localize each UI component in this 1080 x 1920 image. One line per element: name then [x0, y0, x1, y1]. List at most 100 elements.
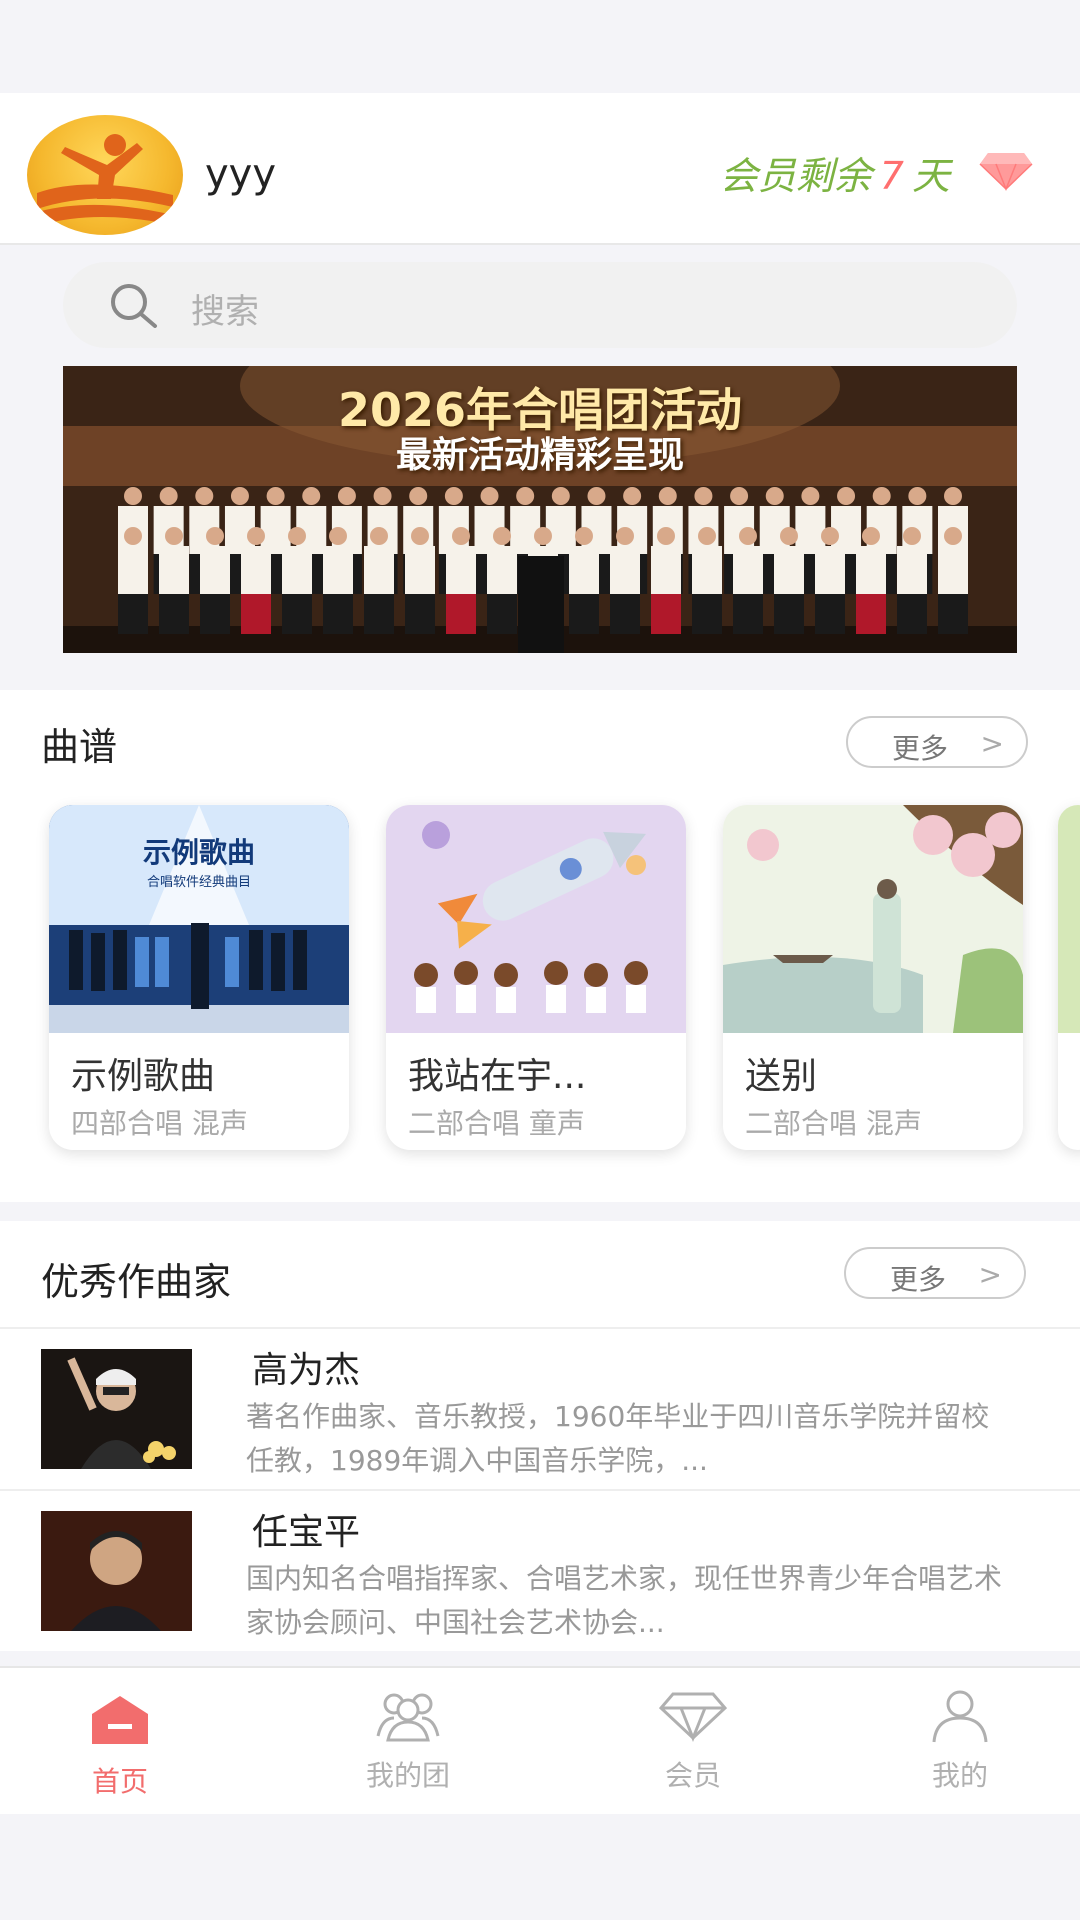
composer-photo [41, 1511, 192, 1631]
score-card[interactable]: 送别 二部合唱 混声 [723, 805, 1023, 1150]
singer-body [446, 546, 476, 594]
singer-head [288, 527, 306, 545]
score-card-partial[interactable] [1058, 805, 1080, 1150]
composers-section: 优秀作曲家 更多 > [0, 1221, 1080, 1331]
singer-skirt [651, 594, 681, 634]
app-logo[interactable] [27, 115, 183, 235]
singer-head [159, 487, 178, 505]
username: yyy [205, 151, 277, 197]
singer-head [694, 487, 713, 505]
singer-skirt [938, 594, 968, 634]
singer-head [765, 487, 784, 505]
singer-skirt [774, 594, 804, 634]
diamond-icon[interactable] [978, 151, 1034, 191]
singer-body [241, 546, 271, 594]
singer-head [206, 527, 224, 545]
tab-mine[interactable]: 我的 [860, 1668, 1060, 1816]
singer-head [657, 527, 675, 545]
composer-name: 高为杰 [252, 1350, 361, 1391]
tab-label: 会员 [664, 1759, 721, 1792]
membership-days-count: 7 [879, 154, 904, 198]
score-card[interactable]: 我站在宇... 二部合唱 童声 [386, 805, 686, 1150]
tab-my-group[interactable]: 我的团 [308, 1668, 508, 1816]
singer-body [856, 546, 886, 594]
singer-head [493, 527, 511, 545]
search-input[interactable]: 搜索 [63, 262, 1017, 348]
score-title: 送别 [745, 1056, 818, 1097]
more-label: 更多 [892, 732, 949, 765]
singer-head [739, 527, 757, 545]
singer-head [903, 527, 921, 545]
score-cover-subtitle: 合唱软件经典曲目 [146, 875, 251, 890]
singer-body [405, 546, 435, 594]
singer-head [165, 527, 183, 545]
composer-list-item[interactable]: 高为杰 著名作曲家、音乐教授，1960年毕业于四川音乐学院并留校任教，1989年… [0, 1327, 1080, 1489]
singer-head [862, 527, 880, 545]
singer-head [337, 487, 356, 505]
singer-head [302, 487, 321, 505]
singer-body [897, 546, 927, 594]
chevron-right-icon: > [980, 727, 1004, 760]
singer-skirt [856, 594, 886, 634]
singer-head [944, 527, 962, 545]
singer-skirt [241, 594, 271, 634]
singer-skirt [487, 594, 517, 634]
singer-head [452, 527, 470, 545]
singer-skirt [692, 594, 722, 634]
score-card[interactable]: 示例歌曲 合唱软件经典曲目 示例歌曲 四部合唱 混声 [49, 805, 349, 1150]
tab-label: 我的 [931, 1759, 988, 1792]
scores-section-title: 曲谱 [41, 725, 118, 769]
singer-head [195, 487, 214, 505]
group-icon [376, 1693, 440, 1742]
search-icon [111, 284, 157, 328]
singer-head [516, 487, 535, 505]
singer-skirt [323, 594, 353, 634]
singer-skirt [118, 594, 148, 634]
scores-more-button[interactable]: 更多 > [846, 716, 1028, 768]
score-cover-image [386, 805, 686, 1033]
singer-body [610, 546, 640, 594]
singer-body [938, 546, 968, 594]
profile-header: yyy 会员剩余 7 天 [0, 93, 1080, 245]
tab-membership[interactable]: 会员 [593, 1668, 793, 1816]
membership-remaining[interactable]: 会员剩余 7 天 [720, 145, 950, 200]
singer-head [623, 487, 642, 505]
singer-head [944, 487, 962, 505]
composer-list-item[interactable]: 任宝平 国内知名合唱指挥家、合唱艺术家，现任世界青少年合唱艺术家协会顾问、中国社… [0, 1489, 1080, 1651]
home-icon [92, 1696, 148, 1744]
singer-body [323, 546, 353, 594]
singer-body [118, 546, 148, 594]
score-title: 我站在宇... [408, 1056, 587, 1097]
singer-head [908, 487, 927, 505]
membership-prefix: 会员剩余 [719, 154, 872, 198]
score-tags: 二部合唱 混声 [745, 1107, 922, 1140]
singer-head [266, 487, 285, 505]
singer-skirt [446, 594, 476, 634]
singer-head [230, 487, 249, 505]
tab-label: 我的团 [365, 1759, 450, 1792]
composer-description: 著名作曲家、音乐教授，1960年毕业于四川音乐学院并留校任教，1989年调入中国… [246, 1400, 990, 1477]
singer-body [815, 546, 845, 594]
singer-skirt [815, 594, 845, 634]
singer-head [587, 487, 606, 505]
singer-head [329, 527, 347, 545]
activity-banner[interactable]: 2026年合唱团活动 最新活动精彩呈现 [63, 366, 1017, 653]
singer-body [651, 546, 681, 594]
singer-head [370, 527, 388, 545]
singer-head [780, 527, 798, 545]
singer-head [551, 487, 570, 505]
singer-head [821, 527, 839, 545]
singer-head [658, 487, 677, 505]
singer-skirt [364, 594, 394, 634]
conductor [518, 556, 564, 653]
composers-more-button[interactable]: 更多 > [844, 1247, 1026, 1299]
singer-skirt [200, 594, 230, 634]
singer-skirt [282, 594, 312, 634]
singer-body [569, 546, 599, 594]
composer-photo [41, 1349, 192, 1469]
tab-home[interactable]: 首页 [20, 1668, 220, 1816]
banner-subtitle: 最新活动精彩呈现 [395, 435, 684, 476]
composer-description: 国内知名合唱指挥家、合唱艺术家，现任世界青少年合唱艺术家协会顾问、中国社会艺术协… [246, 1562, 1003, 1639]
score-tags: 四部合唱 混声 [71, 1107, 248, 1140]
singer-body [487, 546, 517, 594]
